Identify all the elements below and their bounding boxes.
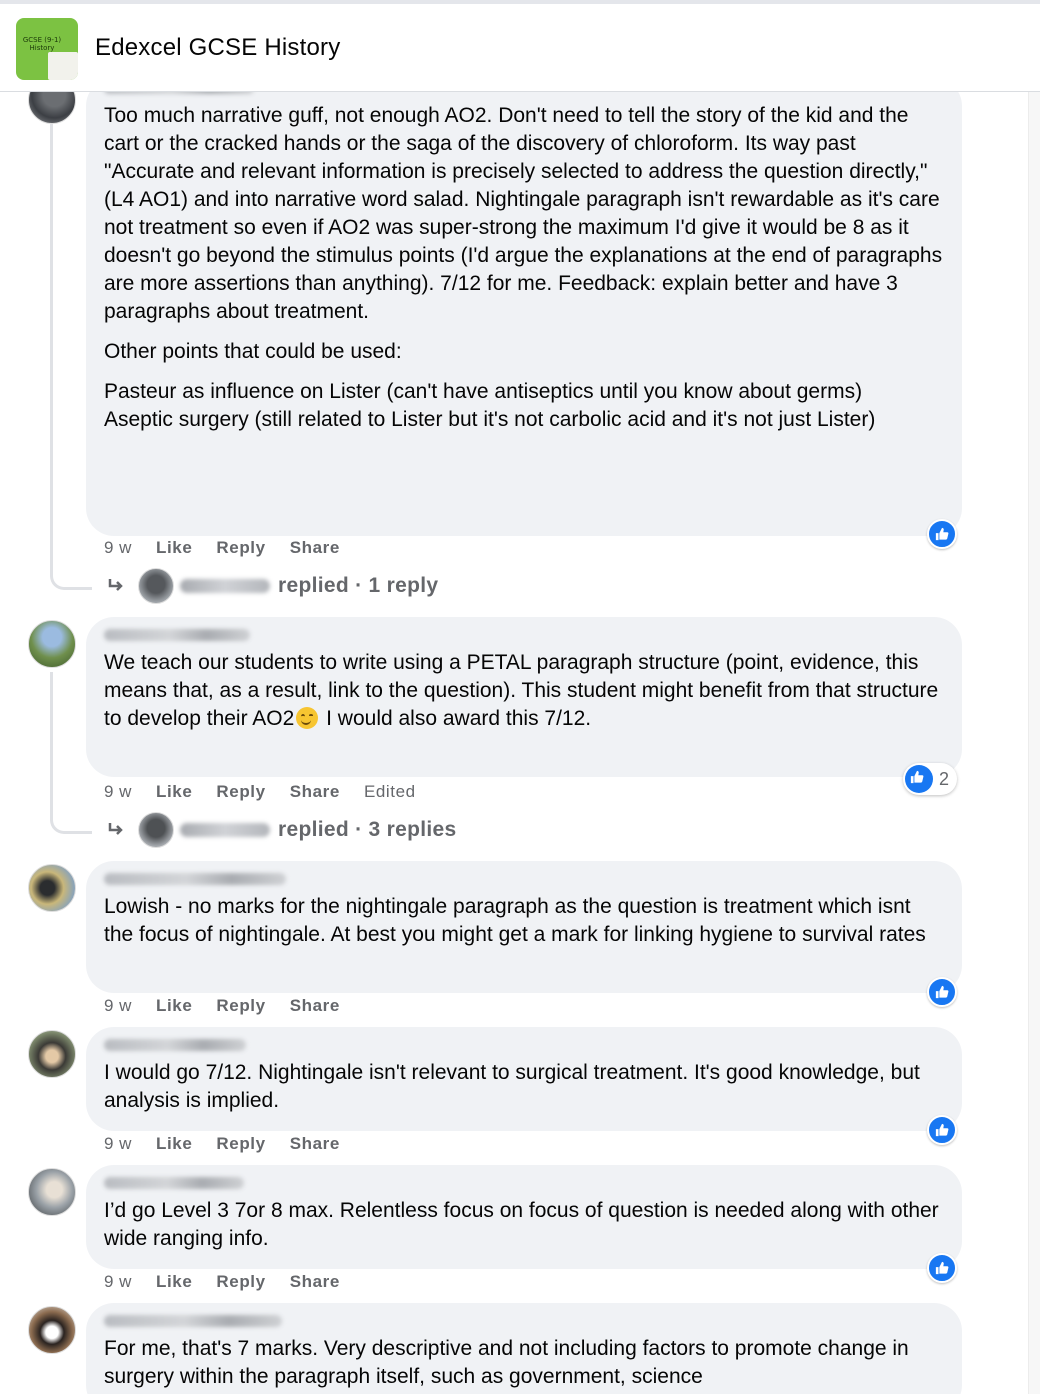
comment-bubble: I would go 7/12. Nightingale isn't relev… xyxy=(86,1027,962,1131)
like-reaction-icon[interactable] xyxy=(927,1253,957,1283)
comment-bubble: Lowish - no marks for the nightingale pa… xyxy=(86,861,962,993)
thread-line xyxy=(50,672,53,808)
reply-button[interactable]: Reply xyxy=(216,996,265,1016)
comment-actions: 9 w Like Reply Share xyxy=(104,1272,364,1292)
view-replies-link[interactable]: replied · 1 reply xyxy=(104,568,438,604)
commenter-avatar[interactable] xyxy=(28,1168,76,1216)
like-reaction-icon[interactable] xyxy=(927,1115,957,1145)
comment-text: For me, that's 7 marks. Very descriptive… xyxy=(104,1337,909,1388)
like-reaction-icon xyxy=(905,765,933,793)
replier-avatar xyxy=(138,568,174,604)
commenter-name-redacted[interactable] xyxy=(104,1315,282,1327)
replier-name-redacted xyxy=(180,579,270,593)
comment-paragraph: Other points that could be used: xyxy=(104,340,402,363)
reply-button[interactable]: Reply xyxy=(216,538,265,558)
replier-name-redacted xyxy=(180,823,270,837)
replied-text: replied · 1 reply xyxy=(278,574,439,597)
commenter-name-redacted[interactable] xyxy=(104,1177,244,1189)
commenter-name-redacted[interactable] xyxy=(104,873,286,885)
share-button[interactable]: Share xyxy=(290,538,340,558)
comment-text-part: I would also award this 7/12. xyxy=(320,707,592,730)
share-button[interactable]: Share xyxy=(290,996,340,1016)
commenter-avatar[interactable] xyxy=(28,620,76,668)
like-button[interactable]: Like xyxy=(156,1134,192,1154)
replier-avatar xyxy=(138,812,174,848)
comment-timestamp[interactable]: 9 w xyxy=(104,782,132,802)
view-replies-link[interactable]: replied · 3 replies xyxy=(104,812,456,848)
comment-timestamp[interactable]: 9 w xyxy=(104,1134,132,1154)
group-thumbnail-paper xyxy=(48,52,78,80)
group-thumbnail-text: GCSE (9-1) History xyxy=(22,36,62,52)
comment-actions: 9 w Like Reply Share xyxy=(104,996,364,1016)
comment-timestamp[interactable]: 9 w xyxy=(104,1272,132,1292)
like-button[interactable]: Like xyxy=(156,996,192,1016)
like-button[interactable]: Like xyxy=(156,538,192,558)
reply-arrow-icon xyxy=(108,579,123,591)
like-button[interactable]: Like xyxy=(156,1272,192,1292)
smiling-face-icon xyxy=(296,707,319,729)
comment-actions: 9 w Like Reply Share xyxy=(104,538,364,558)
share-button[interactable]: Share xyxy=(290,1134,340,1154)
comment-text: I would go 7/12. Nightingale isn't relev… xyxy=(104,1061,920,1112)
reply-button[interactable]: Reply xyxy=(216,782,265,802)
comment-bubble: We teach our students to write using a P… xyxy=(86,617,962,777)
comment-actions: 9 w Like Reply Share xyxy=(104,1134,364,1154)
like-button[interactable]: Like xyxy=(156,782,192,802)
edited-label[interactable]: Edited xyxy=(364,782,416,802)
reply-button[interactable]: Reply xyxy=(216,1134,265,1154)
comment-paragraph: Too much narrative guff, not enough AO2.… xyxy=(104,104,943,323)
comment-paragraph: Aseptic surgery (still related to Lister… xyxy=(104,408,876,431)
thread-connector xyxy=(50,804,92,834)
scrollbar[interactable] xyxy=(1028,92,1040,1394)
replied-text: replied · 3 replies xyxy=(278,818,457,841)
comment-bubble: For me, that's 7 marks. Very descriptive… xyxy=(86,1303,962,1394)
comment-actions: 9 w Like Reply Share Edited xyxy=(104,782,416,802)
group-title[interactable]: Edexcel GCSE History xyxy=(95,34,340,62)
comment-text: We teach our students to write using a P… xyxy=(104,649,944,733)
commenter-name-redacted[interactable] xyxy=(104,1039,246,1051)
comment-bubble: I’d go Level 3 7or 8 max. Relentless foc… xyxy=(86,1165,962,1269)
reaction-count: 2 xyxy=(939,768,950,789)
commenter-avatar[interactable] xyxy=(28,1030,76,1078)
like-reaction-icon[interactable] xyxy=(927,977,957,1007)
share-button[interactable]: Share xyxy=(290,782,340,802)
comment-paragraph: Pasteur as influence on Lister (can't ha… xyxy=(104,380,863,403)
thread-line xyxy=(50,124,53,564)
like-reaction-icon[interactable] xyxy=(927,519,957,549)
share-button[interactable]: Share xyxy=(290,1272,340,1292)
reply-arrow-icon xyxy=(108,823,123,835)
commenter-avatar[interactable] xyxy=(28,864,76,912)
comment-text: I’d go Level 3 7or 8 max. Relentless foc… xyxy=(104,1199,939,1250)
reaction-count-pill[interactable]: 2 xyxy=(903,763,958,795)
reply-button[interactable]: Reply xyxy=(216,1272,265,1292)
comment-timestamp[interactable]: 9 w xyxy=(104,996,132,1016)
group-thumbnail[interactable]: GCSE (9-1) History xyxy=(16,18,78,80)
thread-connector xyxy=(50,560,92,590)
commenter-name-redacted[interactable] xyxy=(104,629,250,641)
comment-bubble: Too much narrative guff, not enough AO2.… xyxy=(86,78,962,536)
comment-timestamp[interactable]: 9 w xyxy=(104,538,132,558)
group-header: GCSE (9-1) History Edexcel GCSE History xyxy=(0,0,1040,92)
comment-text: Too much narrative guff, not enough AO2.… xyxy=(104,102,944,434)
commenter-avatar[interactable] xyxy=(28,1306,76,1354)
comment-text: Lowish - no marks for the nightingale pa… xyxy=(104,895,926,946)
